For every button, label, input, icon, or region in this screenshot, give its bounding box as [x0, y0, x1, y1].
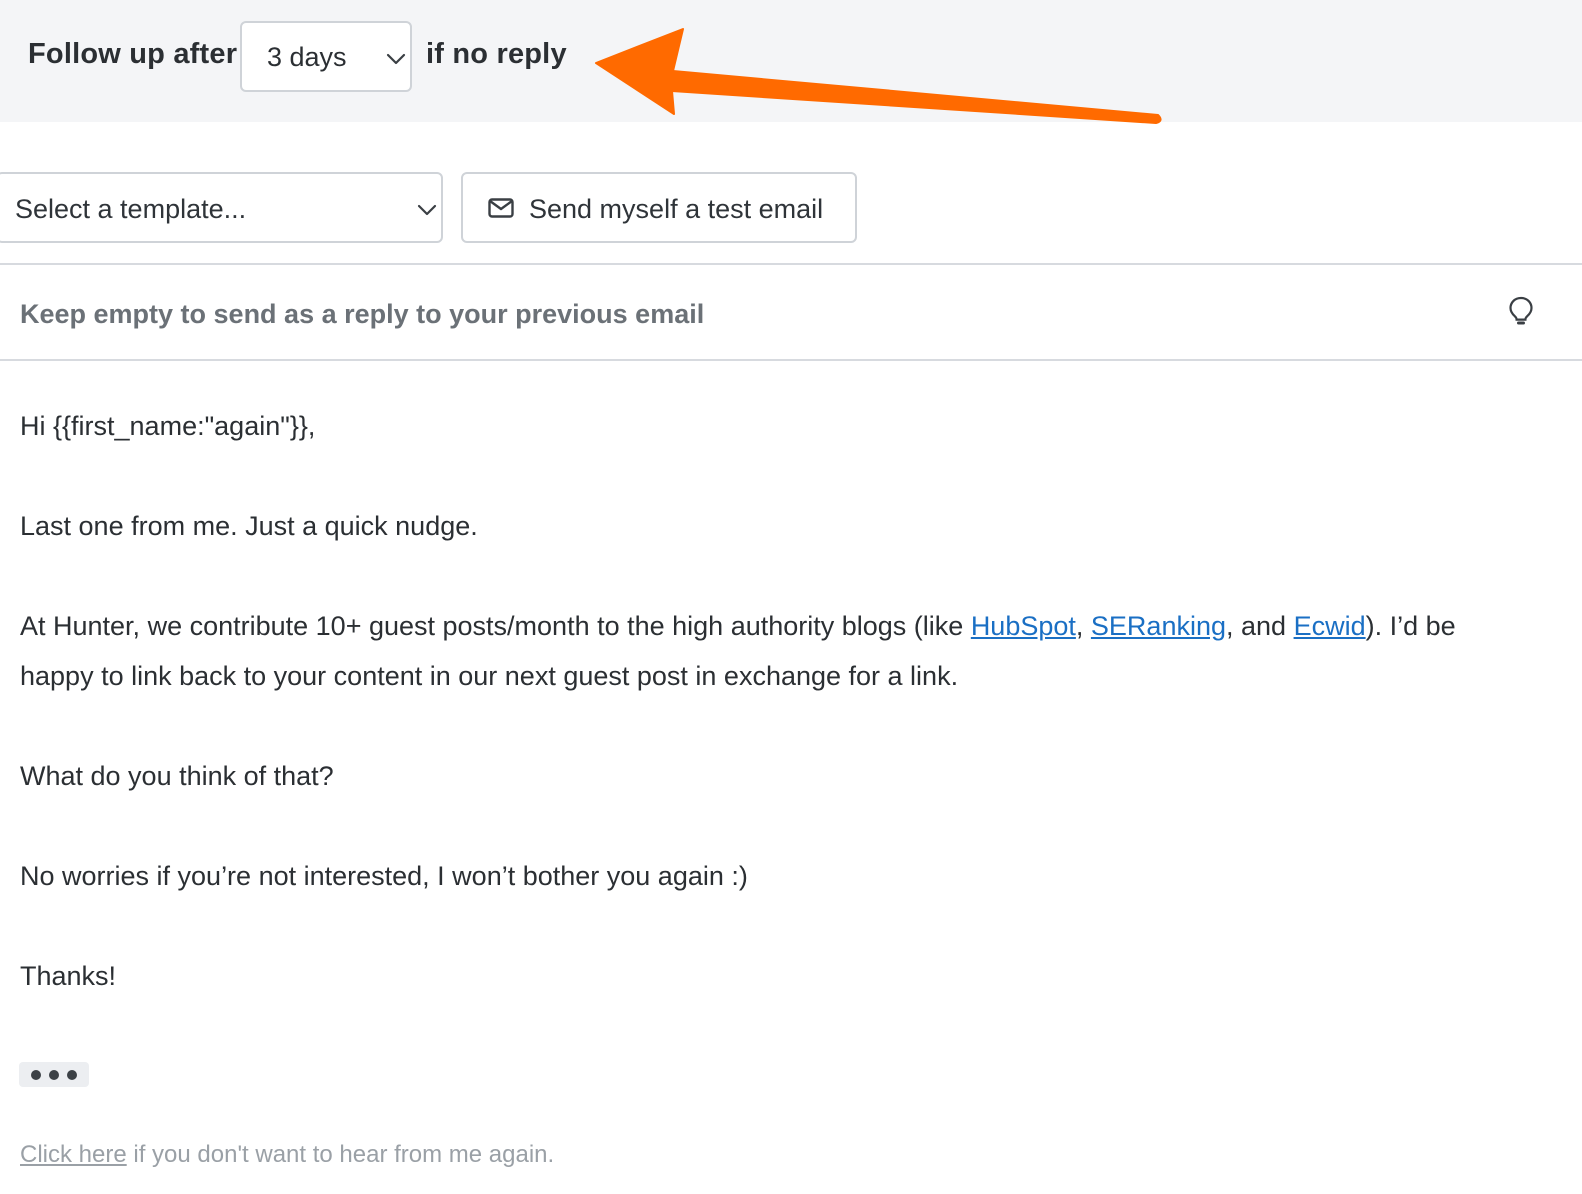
chevron-down-icon	[417, 204, 437, 216]
subject-field[interactable]: Keep empty to send as a reply to your pr…	[0, 263, 1582, 361]
body-thanks: Thanks!	[20, 961, 117, 991]
arrow-icon	[595, 28, 1162, 124]
body-line-nudge: Last one from me. Just a quick nudge.	[20, 511, 478, 541]
body-greeting: Hi {{first_name:"again"}},	[20, 411, 316, 441]
unsubscribe-text: if you don't want to hear from me again.	[126, 1141, 555, 1168]
chevron-down-icon	[386, 53, 406, 65]
body-separator: , and	[1226, 611, 1294, 641]
unsubscribe-link[interactable]: Click here	[20, 1141, 127, 1168]
template-select-placeholder: Select a template...	[15, 194, 247, 224]
delay-select[interactable]: 3 days	[240, 21, 412, 92]
followup-suffix-label: if no reply	[426, 38, 567, 70]
ellipsis-dot	[67, 1070, 77, 1080]
body-separator: ,	[1075, 611, 1091, 641]
body-no-worries: No worries if you’re not interested, I w…	[20, 861, 748, 891]
unsubscribe-footer: Click here if you don't want to hear fro…	[20, 1141, 554, 1169]
lightbulb-icon[interactable]	[1508, 296, 1534, 326]
subject-placeholder: Keep empty to send as a reply to your pr…	[20, 299, 705, 329]
ellipsis-dot	[31, 1070, 41, 1080]
ellipsis-dot	[49, 1070, 59, 1080]
template-select[interactable]: Select a template...	[0, 172, 443, 243]
link-ecwid[interactable]: Ecwid	[1294, 611, 1366, 641]
link-seranking[interactable]: SERanking	[1091, 611, 1226, 641]
send-test-email-label: Send myself a test email	[529, 194, 824, 224]
body-paragraph-line1: At Hunter, we contribute 10+ guest posts…	[20, 601, 1456, 651]
envelope-icon	[488, 198, 514, 218]
delay-select-value: 3 days	[267, 42, 347, 72]
link-hubspot[interactable]: HubSpot	[971, 611, 1076, 641]
body-paragraph-line2: happy to link back to your content in ou…	[20, 661, 959, 691]
send-test-email-button[interactable]: Send myself a test email	[461, 172, 857, 243]
body-question: What do you think of that?	[20, 761, 334, 791]
show-trimmed-content-button[interactable]	[19, 1062, 89, 1087]
body-paragraph-end: ). I’d be	[1365, 611, 1456, 641]
followup-prefix-label: Follow up after	[28, 38, 238, 70]
body-paragraph-start: At Hunter, we contribute 10+ guest posts…	[20, 611, 971, 641]
